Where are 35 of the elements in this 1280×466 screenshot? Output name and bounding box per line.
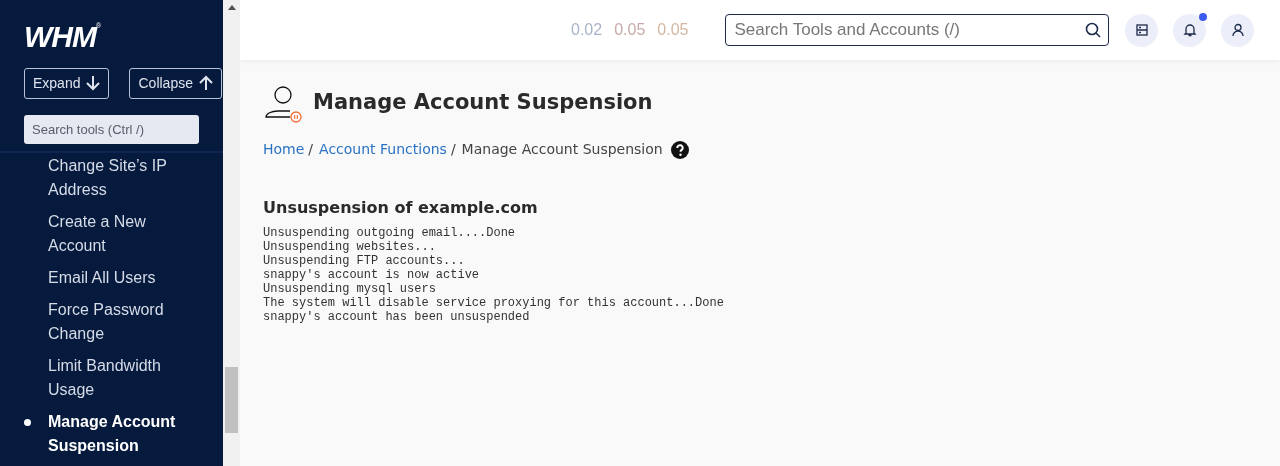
breadcrumb-current: Manage Account Suspension <box>461 140 663 159</box>
account-button[interactable] <box>1221 13 1255 47</box>
command-output: Unsuspending outgoing email....Done Unsuspending websites... Unsuspending FTP accounts... snappy's account is now active Unsuspending mysql users The system will disable service proxying for this account...Done snappy's account has been unsuspended <box>263 226 725 324</box>
help-icon[interactable] <box>670 140 689 159</box>
collapse-button[interactable]: Collapse <box>129 67 222 99</box>
section-title: Unsuspension of example.com <box>263 197 539 219</box>
page-title: Manage Account Suspension <box>313 89 653 117</box>
load-average: 0.05 <box>614 20 646 40</box>
whm-logo[interactable]: WHM <box>24 22 96 52</box>
expand-button[interactable]: Expand <box>24 67 110 99</box>
search-field[interactable]: Search tools (Ctrl /) <box>24 114 199 144</box>
sidebar-item[interactable]: Force Password Change <box>0 298 223 354</box>
sidebar-item[interactable]: Manage Account Suspension <box>0 410 223 466</box>
server-icon <box>1135 24 1148 36</box>
load-average: 0.05 <box>657 20 689 40</box>
scrollbar-thumb[interactable] <box>225 367 238 433</box>
search-icon <box>1085 22 1102 38</box>
sidebar-item[interactable]: Create a New Account <box>0 210 223 266</box>
arrow-down-icon <box>86 75 101 92</box>
search-field[interactable]: Search Tools and Accounts (/) <box>725 14 1110 46</box>
notifications-button[interactable] <box>1173 13 1207 47</box>
load-average: 0.02 <box>571 20 603 40</box>
arrow-up-icon <box>198 75 213 92</box>
sidebar-item[interactable]: Change Site’s IP Address <box>0 154 223 210</box>
current-bullet <box>24 419 31 426</box>
breadcrumb-separator: / <box>450 140 456 159</box>
server-button[interactable] <box>1125 13 1159 47</box>
breadcrumb-link[interactable]: Account Functions <box>319 139 447 160</box>
breadcrumb-separator: / <box>308 140 314 159</box>
user-icon <box>1230 23 1245 37</box>
sidebar-item[interactable]: Limit Bandwidth Usage <box>0 354 223 410</box>
bell-icon <box>1182 23 1197 37</box>
breadcrumb-link[interactable]: Home <box>263 139 305 160</box>
sidebar-item[interactable]: Email All Users <box>0 266 223 298</box>
user-pause-icon <box>263 83 303 123</box>
